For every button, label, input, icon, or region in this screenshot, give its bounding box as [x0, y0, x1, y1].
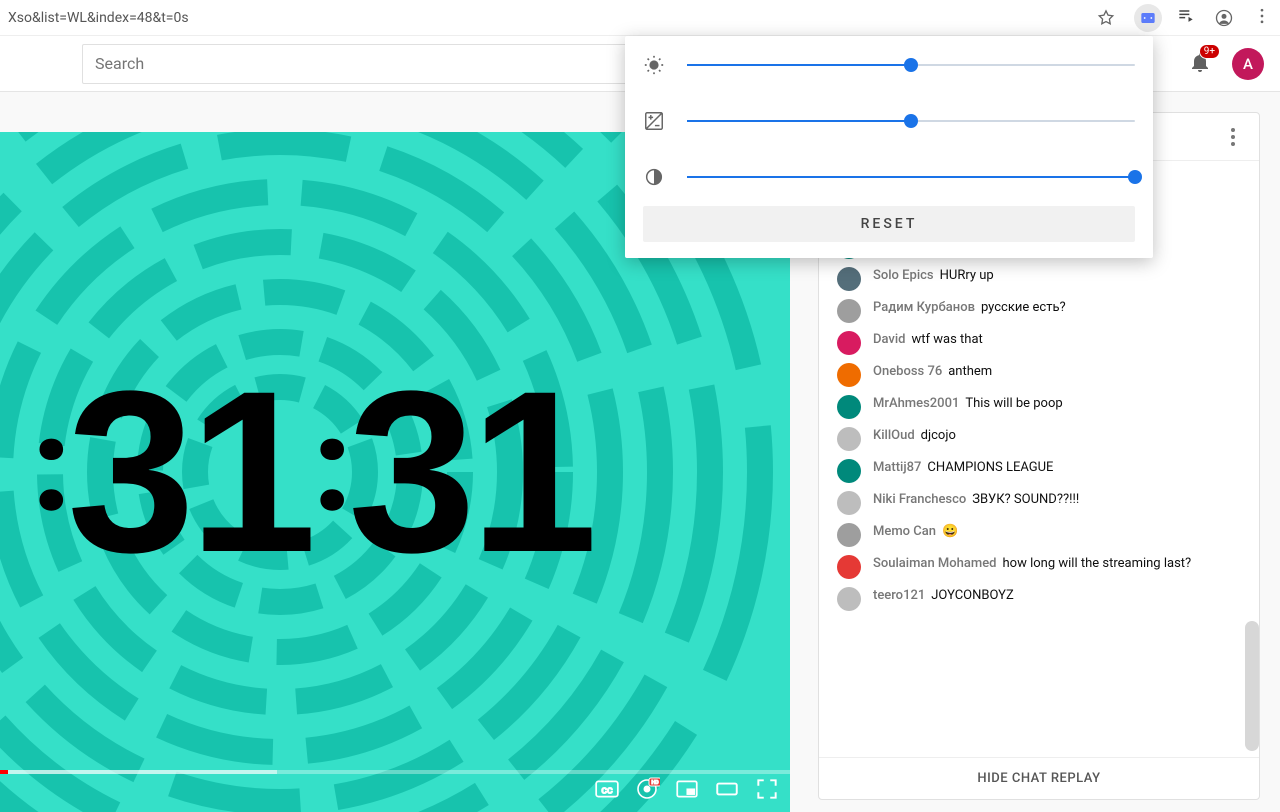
svg-text:CC: CC: [601, 786, 613, 796]
chat-username: KillOud: [873, 428, 915, 443]
chat-scrollbar[interactable]: [1245, 621, 1259, 751]
browser-menu-icon[interactable]: [1252, 6, 1272, 30]
brightness-icon: [643, 54, 665, 76]
chat-avatar: [837, 331, 861, 355]
miniplayer-button[interactable]: [674, 776, 700, 806]
brightness-slider[interactable]: [687, 64, 1135, 66]
chat-avatar: [837, 555, 861, 579]
exposure-slider-row: [643, 110, 1135, 132]
playlist-icon[interactable]: [1176, 6, 1196, 30]
chat-username: teero121: [873, 588, 925, 603]
chat-avatar: [837, 491, 861, 515]
browser-tabbar: Xso&list=WL&index=48&t=0s: [0, 0, 1280, 36]
chat-message: Mattij87 CHAMPIONS LEAGUE: [827, 455, 1259, 487]
chat-text: JOYCONBOYZ: [931, 588, 1014, 603]
chat-username: Niki Franchesco: [873, 492, 966, 507]
chat-avatar: [837, 299, 861, 323]
contrast-slider[interactable]: [687, 176, 1135, 178]
extension-popup: RESET: [625, 36, 1153, 258]
exposure-icon: [643, 110, 665, 132]
extension-icon[interactable]: [1134, 4, 1162, 32]
countdown-timer: :31:31: [0, 357, 592, 587]
contrast-slider-row: [643, 166, 1135, 188]
notification-badge: 9+: [1199, 44, 1220, 59]
progress-bar[interactable]: [0, 770, 790, 774]
chat-avatar: [837, 459, 861, 483]
chat-message: David wtf was that: [827, 327, 1259, 359]
fullscreen-button[interactable]: [754, 776, 780, 806]
chat-avatar: [837, 267, 861, 291]
chat-message: Solo Epics HURry up: [827, 263, 1259, 295]
chat-avatar: [837, 427, 861, 451]
url-fragment: Xso&list=WL&index=48&t=0s: [8, 10, 1092, 26]
chat-avatar: [837, 587, 861, 611]
chat-message: Oneboss 76 anthem: [827, 359, 1259, 391]
exposure-slider[interactable]: [687, 120, 1135, 122]
player-controls: CC HD: [0, 770, 790, 812]
chat-text: русские есть?: [981, 300, 1066, 315]
chat-username: David: [873, 332, 906, 347]
user-avatar[interactable]: A: [1232, 48, 1264, 80]
chat-text: 😀: [942, 524, 958, 539]
captions-button[interactable]: CC: [594, 776, 620, 806]
chat-text: ЗВУК? SOUND??!!!: [972, 492, 1079, 507]
theater-mode-button[interactable]: [714, 776, 740, 806]
chat-text: This will be poop: [965, 396, 1062, 411]
chat-username: MrAhmes2001: [873, 396, 959, 411]
chat-text: djcojo: [921, 428, 956, 443]
chat-message: Soulaiman Mohamed how long will the strea…: [827, 551, 1259, 583]
chat-options-button[interactable]: [1221, 125, 1245, 149]
chat-message: Niki Franchesco ЗВУК? SOUND??!!!: [827, 487, 1259, 519]
chat-text: CHAMPIONS LEAGUE: [927, 460, 1053, 475]
chat-message: KillOud djcojo: [827, 423, 1259, 455]
chat-text: HURry up: [940, 268, 994, 283]
chat-message: teero121 JOYCONBOYZ: [827, 583, 1259, 615]
chat-message: Memo Can 😀: [827, 519, 1259, 551]
chat-text: how long will the streaming last?: [1003, 556, 1192, 571]
chat-message: MrAhmes2001 This will be poop: [827, 391, 1259, 423]
chat-username: Радим Курбанов: [873, 300, 975, 315]
hide-chat-button[interactable]: HIDE CHAT REPLAY: [819, 757, 1259, 799]
chat-avatar: [837, 395, 861, 419]
svg-text:HD: HD: [651, 780, 659, 786]
chat-text: anthem: [948, 364, 992, 379]
browser-profile-icon[interactable]: [1210, 4, 1238, 32]
chat-message: Радим Курбанов русские есть?: [827, 295, 1259, 327]
chat-avatar: [837, 363, 861, 387]
chat-username: Solo Epics: [873, 268, 934, 283]
bookmark-star-icon[interactable]: [1092, 4, 1120, 32]
reset-button[interactable]: RESET: [643, 206, 1135, 242]
chat-text: wtf was that: [912, 332, 983, 347]
contrast-icon: [643, 166, 665, 188]
notifications-button[interactable]: 9+: [1188, 50, 1212, 78]
chat-username: Soulaiman Mohamed: [873, 556, 997, 571]
settings-hd-button[interactable]: HD: [634, 776, 660, 806]
chat-username: Mattij87: [873, 460, 921, 475]
chat-username: Oneboss 76: [873, 364, 942, 379]
chat-avatar: [837, 523, 861, 547]
brightness-slider-row: [643, 54, 1135, 76]
chat-username: Memo Can: [873, 524, 936, 539]
